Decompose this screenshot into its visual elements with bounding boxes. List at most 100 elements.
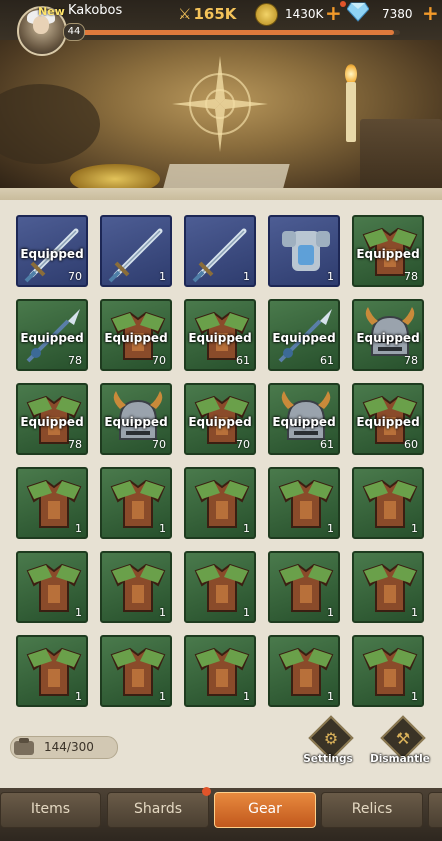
gear-slot[interactable]: 1 — [268, 551, 340, 623]
compass-rose-icon — [172, 56, 268, 152]
item-level: 1 — [243, 522, 250, 535]
item-level: 1 — [243, 690, 250, 703]
dismantle-button[interactable]: ⚒ Dismantle — [370, 715, 430, 770]
candle-flame — [345, 64, 357, 84]
item-level: 1 — [411, 522, 418, 535]
gear-slot[interactable]: 1 — [16, 551, 88, 623]
gear-slot[interactable]: Equipped 61 — [268, 383, 340, 455]
item-level: 1 — [75, 606, 82, 619]
gear-slot[interactable]: 1 — [352, 467, 424, 539]
combat-power: ⚔ 165K — [178, 5, 236, 23]
bag-icon — [14, 738, 34, 755]
settings-button[interactable]: ⚙ Settings — [298, 715, 358, 770]
diamond-gem-icon — [347, 2, 369, 22]
item-level: 1 — [327, 606, 334, 619]
tab-gear[interactable]: Gear — [214, 792, 316, 828]
gear-slot[interactable]: Equipped 78 — [16, 383, 88, 455]
item-level: 1 — [327, 690, 334, 703]
xp-bar-fill — [82, 30, 394, 35]
gear-slot[interactable]: Equipped 70 — [16, 215, 88, 287]
item-level: 78 — [404, 270, 418, 283]
gold-value: 1430K — [285, 7, 324, 21]
tab-shards[interactable]: Shards — [107, 792, 209, 828]
item-level: 1 — [159, 606, 166, 619]
gear-slot[interactable]: Equipped 60 — [352, 383, 424, 455]
item-level: 1 — [75, 690, 82, 703]
gear-slot[interactable]: 1 — [184, 215, 256, 287]
gear-slot[interactable]: 1 — [16, 467, 88, 539]
banner-decoration — [0, 84, 100, 164]
avatar-face — [33, 16, 49, 34]
item-level: 1 — [159, 690, 166, 703]
tab-relics-label: Relics — [351, 801, 393, 817]
gear-slot[interactable]: Equipped 70 — [100, 383, 172, 455]
player-name: Kakobos — [68, 3, 123, 18]
combat-power-value: 165K — [193, 5, 237, 23]
add-gold-button[interactable]: + — [325, 3, 342, 23]
item-level: 1 — [75, 522, 82, 535]
item-level: 70 — [152, 354, 166, 367]
equipped-label: Equipped — [356, 331, 420, 345]
gear-slot[interactable]: Equipped 78 — [352, 299, 424, 371]
tab-relics[interactable]: Relics — [321, 792, 423, 828]
equipped-label: Equipped — [356, 247, 420, 261]
item-level: 1 — [243, 270, 250, 283]
gear-icon: ⚙ — [323, 729, 339, 748]
item-level: 78 — [68, 354, 82, 367]
gear-slot[interactable]: Equipped 61 — [268, 299, 340, 371]
crossed-swords-icon: ⚔ — [178, 5, 192, 23]
add-gems-button[interactable]: + — [422, 3, 439, 23]
bottom-tab-bar: Items Shards Gear Relics — [0, 788, 442, 841]
item-level: 70 — [152, 438, 166, 451]
item-level: 70 — [236, 438, 250, 451]
equipped-label: Equipped — [356, 415, 420, 429]
item-level: 1 — [243, 606, 250, 619]
item-level: 1 — [327, 522, 334, 535]
gem-value: 7380 — [382, 7, 413, 21]
bag-capacity: 144/300 — [10, 736, 118, 759]
xp-bar — [82, 30, 400, 35]
item-level: 78 — [68, 438, 82, 451]
tab-items-label: Items — [30, 801, 71, 817]
gear-slot[interactable]: Equipped 70 — [100, 299, 172, 371]
level-badge: 44 — [63, 23, 85, 41]
item-level: 1 — [411, 606, 418, 619]
item-level: 1 — [159, 522, 166, 535]
gear-banner — [0, 24, 442, 194]
notification-dot — [340, 1, 346, 7]
item-level: 78 — [404, 354, 418, 367]
gear-slot[interactable]: 1 — [100, 467, 172, 539]
gear-slot[interactable]: 1 — [16, 635, 88, 707]
gear-slot[interactable]: 1 — [268, 635, 340, 707]
gear-slot[interactable]: Equipped 78 — [352, 215, 424, 287]
equipped-label: Equipped — [20, 247, 84, 261]
candle — [346, 82, 356, 142]
tab-more[interactable] — [428, 792, 442, 828]
bag-capacity-value: 144/300 — [44, 740, 94, 754]
gear-slot[interactable]: 1 — [100, 551, 172, 623]
equipped-label: Equipped — [20, 415, 84, 429]
equipped-label: Equipped — [272, 415, 336, 429]
item-level: 1 — [327, 270, 334, 283]
gear-slot[interactable]: Equipped 78 — [16, 299, 88, 371]
gear-slot[interactable]: 1 — [184, 635, 256, 707]
gear-slot[interactable]: 1 — [352, 551, 424, 623]
gear-slot[interactable]: 1 — [184, 551, 256, 623]
gear-slot[interactable]: 1 — [268, 467, 340, 539]
gear-slot[interactable]: 1 — [100, 215, 172, 287]
item-level: 61 — [320, 438, 334, 451]
gear-slot[interactable]: 1 — [268, 215, 340, 287]
gear-slot[interactable]: Equipped 61 — [184, 299, 256, 371]
equipped-label: Equipped — [104, 331, 168, 345]
item-level: 1 — [159, 270, 166, 283]
gear-slot[interactable]: 1 — [184, 467, 256, 539]
dismantle-label: Dismantle — [370, 753, 430, 765]
item-level: 61 — [320, 354, 334, 367]
settings-label: Settings — [303, 753, 353, 765]
equipped-label: Equipped — [272, 331, 336, 345]
item-level: 70 — [68, 270, 82, 283]
gear-slot[interactable]: 1 — [352, 635, 424, 707]
tab-items[interactable]: Items — [0, 792, 101, 828]
gear-slot[interactable]: Equipped 70 — [184, 383, 256, 455]
gear-slot[interactable]: 1 — [100, 635, 172, 707]
